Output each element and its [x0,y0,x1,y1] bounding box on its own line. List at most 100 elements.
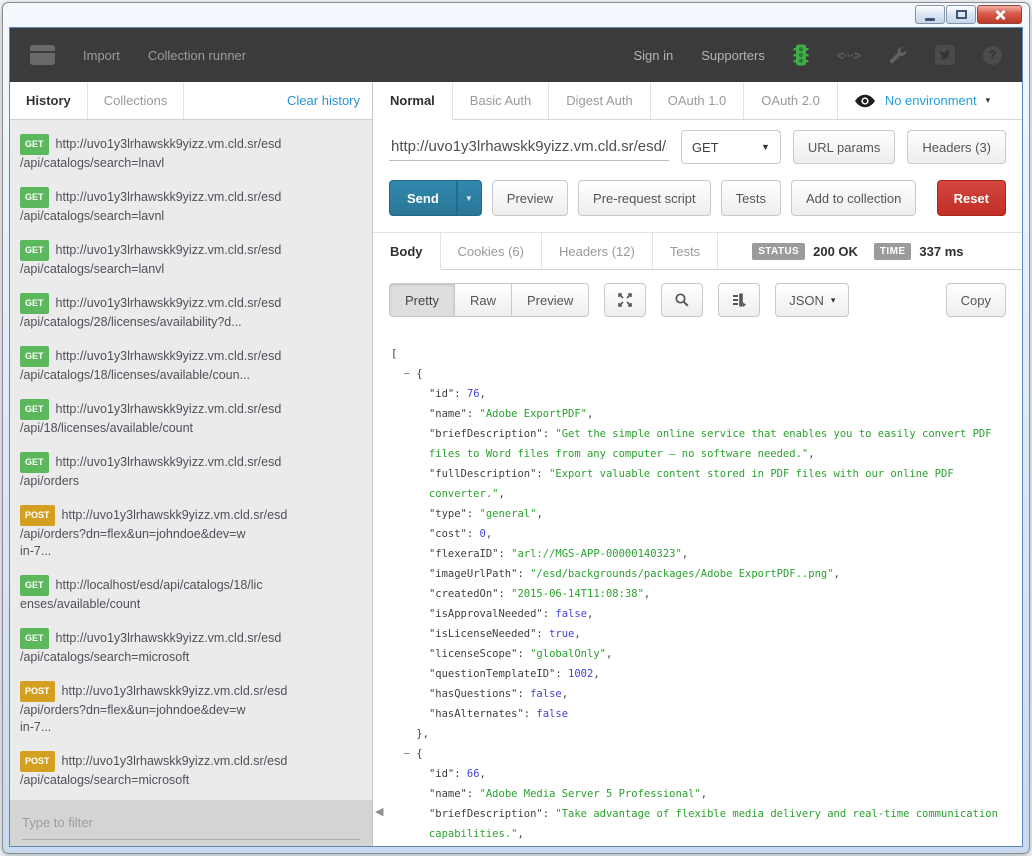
tab-cookies[interactable]: Cookies (6) [441,233,542,269]
add-to-collection-button[interactable]: Add to collection [791,180,916,216]
import-button[interactable]: Import [83,48,120,63]
json-line: "licenseScope": "globalOnly", [391,644,1016,664]
traffic-light-icon[interactable] [793,44,809,66]
tab-oauth2[interactable]: OAuth 2.0 [744,82,838,119]
status-badge: STATUS [752,243,805,260]
json-line: "id": 76, [391,384,1016,404]
help-icon[interactable]: ? [983,46,1002,65]
expand-button[interactable] [604,283,646,317]
reset-button[interactable]: Reset [937,180,1006,216]
history-url: http://uvo1y3lrhawskk9yizz.vm.cld.sr/esd [56,402,282,416]
top-navbar: Import Collection runner Sign in Support… [10,28,1022,82]
expand-icon [617,292,633,308]
time-value: 337 ms [919,244,963,259]
json-line: "flexeraID": "arl://MGS-APP-00000140323"… [391,544,1016,564]
copy-button[interactable]: Copy [946,283,1006,317]
history-url: /api/orders [20,473,362,490]
sidebar-tabs: History Collections Clear history [10,82,372,120]
maximize-button[interactable] [946,5,976,24]
history-url: /api/orders?dn=flex&un=johndoe&dev=w [20,526,362,543]
format-select[interactable]: JSON ▾ [775,283,849,317]
url-input[interactable] [389,133,669,161]
tab-oauth1[interactable]: OAuth 1.0 [651,82,745,119]
history-url: /api/catalogs/search=microsoft [20,772,362,789]
twitter-icon[interactable] [935,45,955,65]
history-url: http://uvo1y3lrhawskk9yizz.vm.cld.sr/esd [56,455,282,469]
raw-button[interactable]: Raw [455,283,512,317]
supporters-button[interactable]: Supporters [701,48,765,63]
method-badge: GET [20,575,49,596]
format-value: JSON [789,293,824,308]
history-url: /api/catalogs/28/licenses/availability?d… [20,314,362,331]
eye-icon[interactable] [854,94,876,108]
method-badge: POST [20,681,55,702]
window-titlebar[interactable] [3,3,1029,26]
history-url: http://uvo1y3lrhawskk9yizz.vm.cld.sr/esd [56,631,282,645]
preview-view-button[interactable]: Preview [512,283,589,317]
clear-history-link[interactable]: Clear history [287,82,372,119]
tab-basic-auth[interactable]: Basic Auth [453,82,549,119]
history-item[interactable]: GEThttp://uvo1y3lrhawskk9yizz.vm.cld.sr/… [20,187,362,225]
history-item[interactable]: POST http://uvo1y3lrhawskk9yizz.vm.cld.sr… [20,681,362,736]
close-icon [993,8,1007,22]
sign-in-button[interactable]: Sign in [633,48,673,63]
send-button[interactable]: Send [389,180,456,216]
json-line: "name": "Adobe ExportPDF", [391,404,1016,424]
format-button[interactable] [718,283,760,317]
history-item[interactable]: GET http://localhost/esd/api/catalogs/18/… [20,575,362,613]
history-item[interactable]: GEThttp://uvo1y3lrhawskk9yizz.vm.cld.sr/… [20,346,362,384]
method-badge: POST [20,751,55,772]
history-url: http://uvo1y3lrhawskk9yizz.vm.cld.sr/esd [62,684,288,698]
json-line: "isLicenseNeeded": true, [391,624,1016,644]
collection-runner-button[interactable]: Collection runner [148,48,246,63]
tab-normal[interactable]: Normal [373,82,453,120]
json-line: − { [391,364,1016,384]
history-list: GET http://uvo1y3lrhawskk9yizz.vm.cld.sr/… [10,120,372,800]
json-line: "fullDescription": "Export valuable cont… [391,464,1016,484]
tests-button[interactable]: Tests [721,180,781,216]
app-content: Import Collection runner Sign in Support… [9,27,1023,847]
close-button[interactable] [977,5,1022,24]
tab-resp-tests[interactable]: Tests [653,233,718,269]
prerequest-script-button[interactable]: Pre-request script [578,180,711,216]
history-item[interactable]: POSThttp://uvo1y3lrhawskk9yizz.vm.cld.sr… [20,505,362,560]
filter-input[interactable] [22,806,360,840]
action-row: Send ▼ Preview Pre-request script Tests … [373,170,1022,228]
json-line: [ [391,344,1016,364]
tab-collections[interactable]: Collections [88,82,185,119]
tab-history[interactable]: History [10,82,88,119]
history-url: http://localhost/esd/api/catalogs/18/lic [56,578,263,592]
environment-selector[interactable]: No environment [885,93,977,108]
headers-button[interactable]: Headers (3) [907,130,1006,164]
pretty-button[interactable]: Pretty [389,283,455,317]
code-icon[interactable]: <···> [837,48,860,63]
response-body[interactable]: [ − { "id": 76, "name": "Adobe ExportPDF… [373,330,1022,846]
url-params-button[interactable]: URL params [793,130,895,164]
history-item[interactable]: GEThttp://uvo1y3lrhawskk9yizz.vm.cld.sr/… [20,240,362,278]
tab-resp-headers[interactable]: Headers (12) [542,233,653,269]
filter-bar [10,800,372,846]
preview-button[interactable]: Preview [492,180,568,216]
send-options-button[interactable]: ▼ [456,180,482,216]
history-item[interactable]: GET http://uvo1y3lrhawskk9yizz.vm.cld.sr/… [20,628,362,666]
maximize-icon [956,10,967,19]
collections-drawer-icon[interactable] [30,45,55,65]
json-line: "questionTemplateID": 1002, [391,664,1016,684]
history-item[interactable]: GEThttp://uvo1y3lrhawskk9yizz.vm.cld.sr/… [20,134,362,172]
minimize-button[interactable] [915,5,945,24]
response-tabs: Body Cookies (6) Headers (12) Tests STAT… [373,232,1022,270]
history-item[interactable]: GEThttp://uvo1y3lrhawskk9yizz.vm.cld.sr/… [20,293,362,331]
history-url: http://uvo1y3lrhawskk9yizz.vm.cld.sr/esd [56,137,282,151]
wrench-icon[interactable] [888,46,907,65]
method-badge: GET [20,399,49,420]
method-select[interactable]: GET ▼ [681,130,781,164]
tab-body[interactable]: Body [373,233,441,270]
history-item[interactable]: GEThttp://uvo1y3lrhawskk9yizz.vm.cld.sr/… [20,452,362,490]
history-item[interactable]: POSThttp://uvo1y3lrhawskk9yizz.vm.cld.sr… [20,751,362,789]
search-button[interactable] [661,283,703,317]
history-url: in-7... [20,543,362,560]
tab-digest-auth[interactable]: Digest Auth [549,82,651,119]
method-badge: GET [20,628,49,649]
history-item[interactable]: GET http://uvo1y3lrhawskk9yizz.vm.cld.sr/… [20,399,362,437]
sidebar-collapse-icon[interactable]: ◀ [375,805,383,818]
